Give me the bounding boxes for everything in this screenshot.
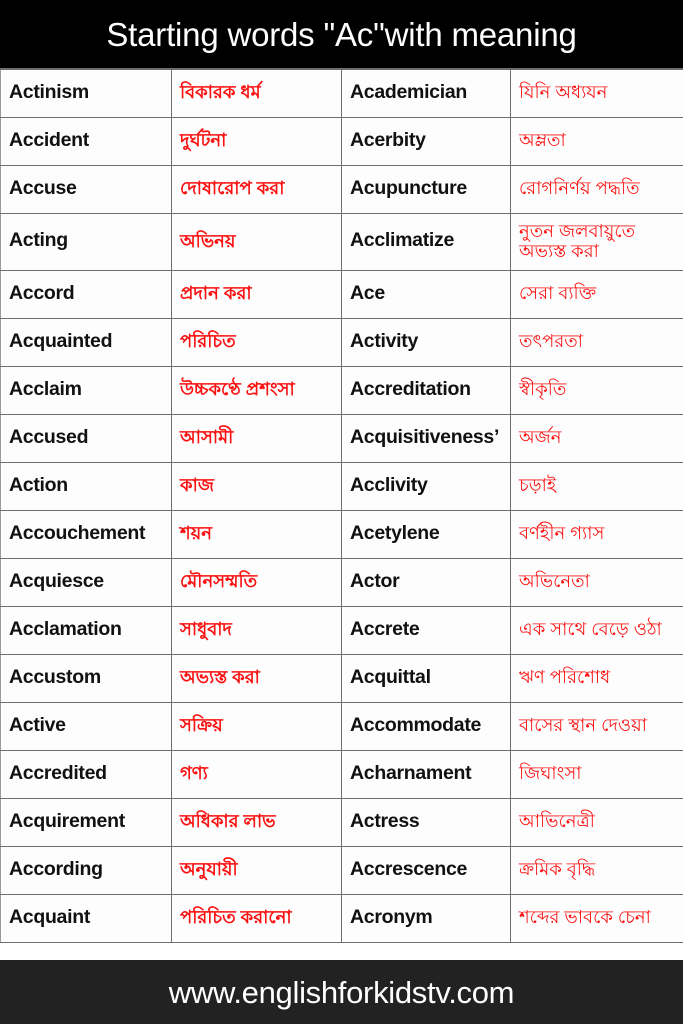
vocabulary-poster: Starting words "Ac"with meaning Actinism…: [0, 0, 683, 1024]
table-row: Active সক্রিয় Accommodate বাসের স্থান দেওয…: [0, 702, 683, 751]
english-word-left: Accord: [0, 270, 172, 319]
english-word-left: Acquirement: [0, 798, 172, 847]
bengali-meaning-left: গণ্য: [171, 750, 342, 799]
english-word-left: Accustom: [0, 654, 172, 703]
english-word-left: Acquiesce: [0, 558, 172, 607]
english-word-right: Acerbity: [341, 117, 511, 166]
bengali-meaning-right: অম্লতা: [510, 117, 683, 166]
bengali-meaning-left: অধিকার লাভ: [171, 798, 342, 847]
website-url: www.englishforkidstv.com: [168, 974, 515, 1010]
page-title: Starting words "Ac"with meaning: [106, 15, 577, 53]
bengali-meaning-left: মৌনসম্মতি: [171, 558, 342, 607]
english-word-left: Accouchement: [0, 510, 172, 559]
english-word-right: Actress: [341, 798, 511, 847]
bengali-meaning-left: অনুযায়ী: [171, 846, 342, 895]
english-word-right: Actor: [341, 558, 511, 607]
bengali-meaning-right: চড়াই: [510, 462, 683, 511]
english-word-left: Acclaim: [0, 366, 172, 415]
bengali-meaning-left: পরিচিত: [171, 318, 342, 367]
english-word-right: Accommodate: [341, 702, 511, 751]
table-row: Acquiesce মৌনসম্মতি Actor অভিনেতা: [0, 558, 683, 607]
bengali-meaning-left: দোষারোপ করা: [171, 165, 342, 214]
english-word-left: Acquaint: [0, 894, 172, 943]
table-row: Acting অভিনয় Acclimatize নুতন জলবায়ুতে অভ…: [0, 213, 683, 271]
vocabulary-table: Actinism বিকারক ধর্ম Academician যিনি অধ্যয…: [0, 69, 683, 943]
table-row: Accused আসামী Acquisitiveness’ অর্জন: [0, 414, 683, 463]
table-row: Accouchement শয়ন Acetylene বর্ণহীন গ্যাস: [0, 510, 683, 559]
bengali-meaning-right: আভিনেত্রী: [510, 798, 683, 847]
english-word-left: Active: [0, 702, 172, 751]
english-word-right: Acetylene: [341, 510, 511, 559]
bengali-meaning-right: বর্ণহীন গ্যাস: [510, 510, 683, 559]
english-word-right: Acclimatize: [341, 213, 511, 271]
table-row: Acclamation সাধুবাদ Accrete এক সাথে বেড়ে ও…: [0, 606, 683, 655]
table-row: Accord প্রদান করা Ace সেরা ব্যক্তি: [0, 270, 683, 319]
bengali-meaning-left: সাধুবাদ: [171, 606, 342, 655]
bengali-meaning-left: দুর্ঘটনা: [171, 117, 342, 166]
bengali-meaning-right: অভিনেতা: [510, 558, 683, 607]
english-word-right: Acclivity: [341, 462, 511, 511]
table-row: Acclaim উচ্চকণ্ঠে প্রশংসা Accreditation স্ব…: [0, 366, 683, 415]
bengali-meaning-left: উচ্চকণ্ঠে প্রশংসা: [171, 366, 342, 415]
table-row: Acquaint পরিচিত করানো Acronym শব্দের ভাবকে …: [0, 894, 683, 943]
english-word-right: Academician: [341, 69, 511, 118]
bengali-meaning-right: অর্জন: [510, 414, 683, 463]
english-word-right: Accreditation: [341, 366, 511, 415]
bengali-meaning-right: বাসের স্থান দেওয়া: [510, 702, 683, 751]
english-word-right: Activity: [341, 318, 511, 367]
footer-bar: www.englishforkidstv.com: [0, 960, 683, 1024]
english-word-right: Acupuncture: [341, 165, 511, 214]
english-word-right: Accrescence: [341, 846, 511, 895]
bengali-meaning-right: নুতন জলবায়ুতে অভ্যস্ত করা: [510, 213, 683, 271]
table-row: Action কাজ Acclivity চড়াই: [0, 462, 683, 511]
english-word-left: Action: [0, 462, 172, 511]
bengali-meaning-left: সক্রিয়: [171, 702, 342, 751]
bengali-meaning-left: অভিনয়: [171, 213, 342, 271]
english-word-left: Accredited: [0, 750, 172, 799]
bengali-meaning-right: জিঘাংসা: [510, 750, 683, 799]
table-row: Acquirement অধিকার লাভ Actress আভিনেত্রী: [0, 798, 683, 847]
bengali-meaning-right: ঋণ পরিশোধ: [510, 654, 683, 703]
english-word-left: Accused: [0, 414, 172, 463]
bengali-meaning-right: এক সাথে বেড়ে ওঠা: [510, 606, 683, 655]
bengali-meaning-left: আসামী: [171, 414, 342, 463]
bengali-meaning-left: পরিচিত করানো: [171, 894, 342, 943]
english-word-right: Acharnament: [341, 750, 511, 799]
english-word-right: Accrete: [341, 606, 511, 655]
english-word-right: Acquittal: [341, 654, 511, 703]
english-word-left: Accuse: [0, 165, 172, 214]
english-word-right: Acronym: [341, 894, 511, 943]
bengali-meaning-left: কাজ: [171, 462, 342, 511]
table-row: Accustom অভ্যস্ত করা Acquittal ঋণ পরিশোধ: [0, 654, 683, 703]
english-word-right: Acquisitiveness’: [341, 414, 511, 463]
english-word-left: Actinism: [0, 69, 172, 118]
bengali-meaning-left: বিকারক ধর্ম: [171, 69, 342, 118]
table-row: According অনুযায়ী Accrescence ক্রমিক বৃদ্ধ…: [0, 846, 683, 895]
english-word-left: Acclamation: [0, 606, 172, 655]
bengali-meaning-right: শব্দের ভাবকে চেনা: [510, 894, 683, 943]
english-word-left: According: [0, 846, 172, 895]
english-word-left: Accident: [0, 117, 172, 166]
english-word-right: Ace: [341, 270, 511, 319]
table-row: Acquainted পরিচিত Activity তৎপরতা: [0, 318, 683, 367]
table-row: Accuse দোষারোপ করা Acupuncture রোগনির্ণয় প…: [0, 165, 683, 214]
vocabulary-table-container: Actinism বিকারক ধর্ম Academician যিনি অধ্যয…: [0, 68, 683, 960]
header-bar: Starting words "Ac"with meaning: [0, 0, 683, 68]
bengali-meaning-right: তৎপরতা: [510, 318, 683, 367]
bengali-meaning-left: প্রদান করা: [171, 270, 342, 319]
table-row: Accredited গণ্য Acharnament জিঘাংসা: [0, 750, 683, 799]
bengali-meaning-right: রোগনির্ণয় পদ্ধতি: [510, 165, 683, 214]
bengali-meaning-left: শয়ন: [171, 510, 342, 559]
table-row: Actinism বিকারক ধর্ম Academician যিনি অধ্যয…: [0, 69, 683, 118]
vocabulary-table-body: Actinism বিকারক ধর্ম Academician যিনি অধ্যয…: [0, 69, 683, 943]
bengali-meaning-right: স্বীকৃতি: [510, 366, 683, 415]
bengali-meaning-right: সেরা ব্যক্তি: [510, 270, 683, 319]
bengali-meaning-right: ক্রমিক বৃদ্ধি: [510, 846, 683, 895]
bengali-meaning-left: অভ্যস্ত করা: [171, 654, 342, 703]
bengali-meaning-right: যিনি অধ্যযন: [510, 69, 683, 118]
english-word-left: Acting: [0, 213, 172, 271]
english-word-left: Acquainted: [0, 318, 172, 367]
table-row: Accident দুর্ঘটনা Acerbity অম্লতা: [0, 117, 683, 166]
